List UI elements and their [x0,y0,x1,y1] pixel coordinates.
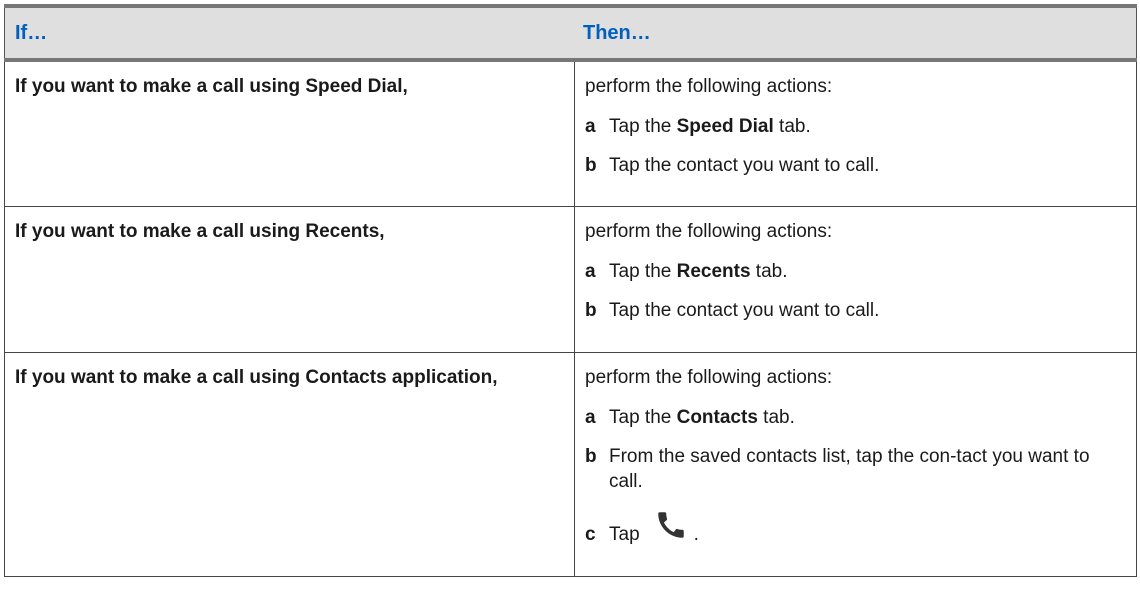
ui-term: Speed Dial [676,116,774,137]
step-label: a [585,116,596,137]
action-intro: perform the following actions: [585,367,833,388]
phone-icon [654,508,688,542]
step-text: Tap the contact you want to call. [609,300,880,321]
step-item: c Tap. [585,508,1126,547]
action-cell: perform the following actions: a Tap the… [574,352,1137,577]
step-item: a Tap the Speed Dial tab. [585,114,1126,139]
table-row: If you want to make a call using Contact… [4,352,1137,577]
step-item: a Tap the Contacts tab. [585,405,1126,430]
step-item: b Tap the contact you want to call. [585,153,1126,178]
table-row: If you want to make a call using Recents… [4,206,1137,353]
ui-term: Recents [676,261,751,282]
header-if: If… [4,6,575,62]
ui-term: Contacts [676,407,758,428]
action-intro: perform the following actions: [585,221,833,242]
header-then: Then… [574,6,1137,62]
table-row: If you want to make a call using Speed D… [4,59,1137,207]
step-text: From the saved contacts list, tap the co… [609,446,1090,492]
step-label: a [585,407,596,428]
step-label: b [585,300,597,321]
condition-cell: If you want to make a call using Contact… [4,352,575,577]
action-cell: perform the following actions: a Tap the… [574,59,1137,207]
step-label: b [585,446,597,467]
step-text: Tap. [609,508,1126,547]
step-label: c [585,524,596,545]
step-text: Tap the Recents tab. [609,261,788,282]
table-header-row: If… Then… [4,6,1137,62]
step-item: b From the saved contacts list, tap the … [585,444,1126,494]
if-then-table: If… Then… If you want to make a call usi… [4,4,1137,577]
step-label: a [585,261,596,282]
step-text: Tap the contact you want to call. [609,155,880,176]
action-intro: perform the following actions: [585,76,833,97]
action-cell: perform the following actions: a Tap the… [574,206,1137,353]
step-text: Tap the Speed Dial tab. [609,116,811,137]
step-label: b [585,155,597,176]
step-item: a Tap the Recents tab. [585,259,1126,284]
step-item: b Tap the contact you want to call. [585,298,1126,323]
step-text: Tap the Contacts tab. [609,407,795,428]
condition-cell: If you want to make a call using Speed D… [4,59,575,207]
condition-cell: If you want to make a call using Recents… [4,206,575,353]
